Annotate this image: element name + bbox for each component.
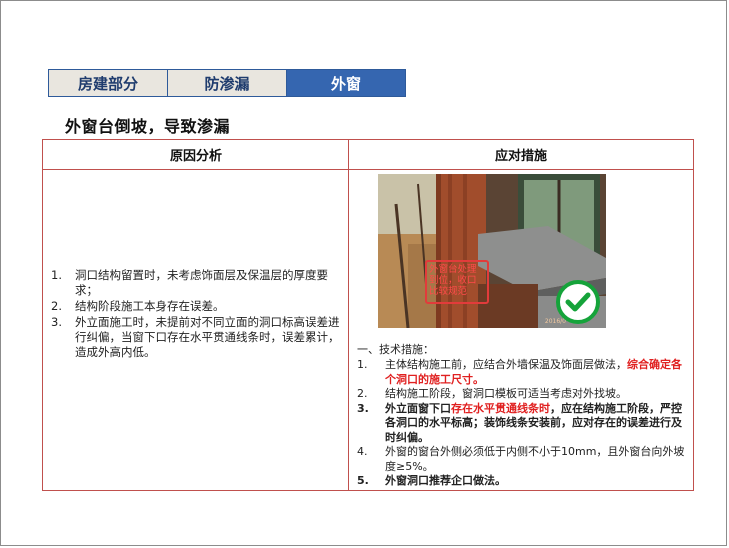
check-circle-icon xyxy=(556,280,600,324)
cause-list: 1. 洞口结构留置时，未考虑饰面层及保温层的厚度要求； 2. 结构阶段施工本身存在误… xyxy=(51,268,341,361)
list-item: 2. 结构施工阶段，窗洞口模板可适当考虑对外找坡。 xyxy=(357,387,627,400)
list-item: 1. 洞口结构留置时，未考虑饰面层及保温层的厚度要求； xyxy=(51,268,328,297)
header-measure: 应对措施 xyxy=(494,149,547,164)
measures-section: 一、技术措施： 1. 主体结构施工前，应结合外墙保温及饰面层做法，综合确定各个洞口… xyxy=(357,343,729,489)
list-item: 3. 外立面施工时，未提前对不同立面的洞口标高误差进行纠偏，当窗下口存在水平贯通线… xyxy=(51,315,340,359)
analysis-table: 原因分析 应对措施 1. 洞口结构留置时，未考虑饰面层及保温层的厚度要求； 2. 结… xyxy=(42,139,694,491)
tab-exterior-window[interactable]: 外窗 xyxy=(287,70,405,96)
header-cause: 原因分析 xyxy=(169,149,222,164)
list-item: 4. 外窗的窗台外侧必须低于内侧不小于10mm，且外窗台向外坡度≥5%。 xyxy=(357,445,685,473)
window-sill-photo: 外窗台处理到位，收口比较规范 2016/0 xyxy=(378,174,606,328)
list-item: 2. 结构阶段施工本身存在误差。 xyxy=(51,299,225,313)
list-item: 1. 主体结构施工前，应结合外墙保温及饰面层做法，综合确定各个洞口的施工尺寸。 xyxy=(357,358,682,386)
section-tabs: 房建部分 防渗漏 外窗 xyxy=(48,69,406,97)
measure-list: 1. 主体结构施工前，应结合外墙保温及饰面层做法，综合确定各个洞口的施工尺寸。 2… xyxy=(357,358,729,489)
column-divider xyxy=(348,140,349,490)
list-item: 5. 外窗洞口推荐企口做法。 xyxy=(357,474,506,487)
page-title: 外窗台倒坡，导致渗漏 xyxy=(65,117,231,136)
tab-building[interactable]: 房建部分 xyxy=(49,70,168,96)
tab-waterproof[interactable]: 防渗漏 xyxy=(168,70,287,96)
measures-heading: 一、技术措施： xyxy=(357,343,434,356)
slide: 房建部分 防渗漏 外窗 外窗台倒坡，导致渗漏 原因分析 应对措施 1. 洞口结构留… xyxy=(0,0,727,546)
table-header: 原因分析 应对措施 xyxy=(43,140,693,170)
photo-callout: 外窗台处理到位，收口比较规范 xyxy=(425,260,489,304)
list-item: 3. 外立面窗下口存在水平贯通线条时，应在结构施工阶段，严控各洞口的水平标高；装饰… xyxy=(357,401,682,444)
